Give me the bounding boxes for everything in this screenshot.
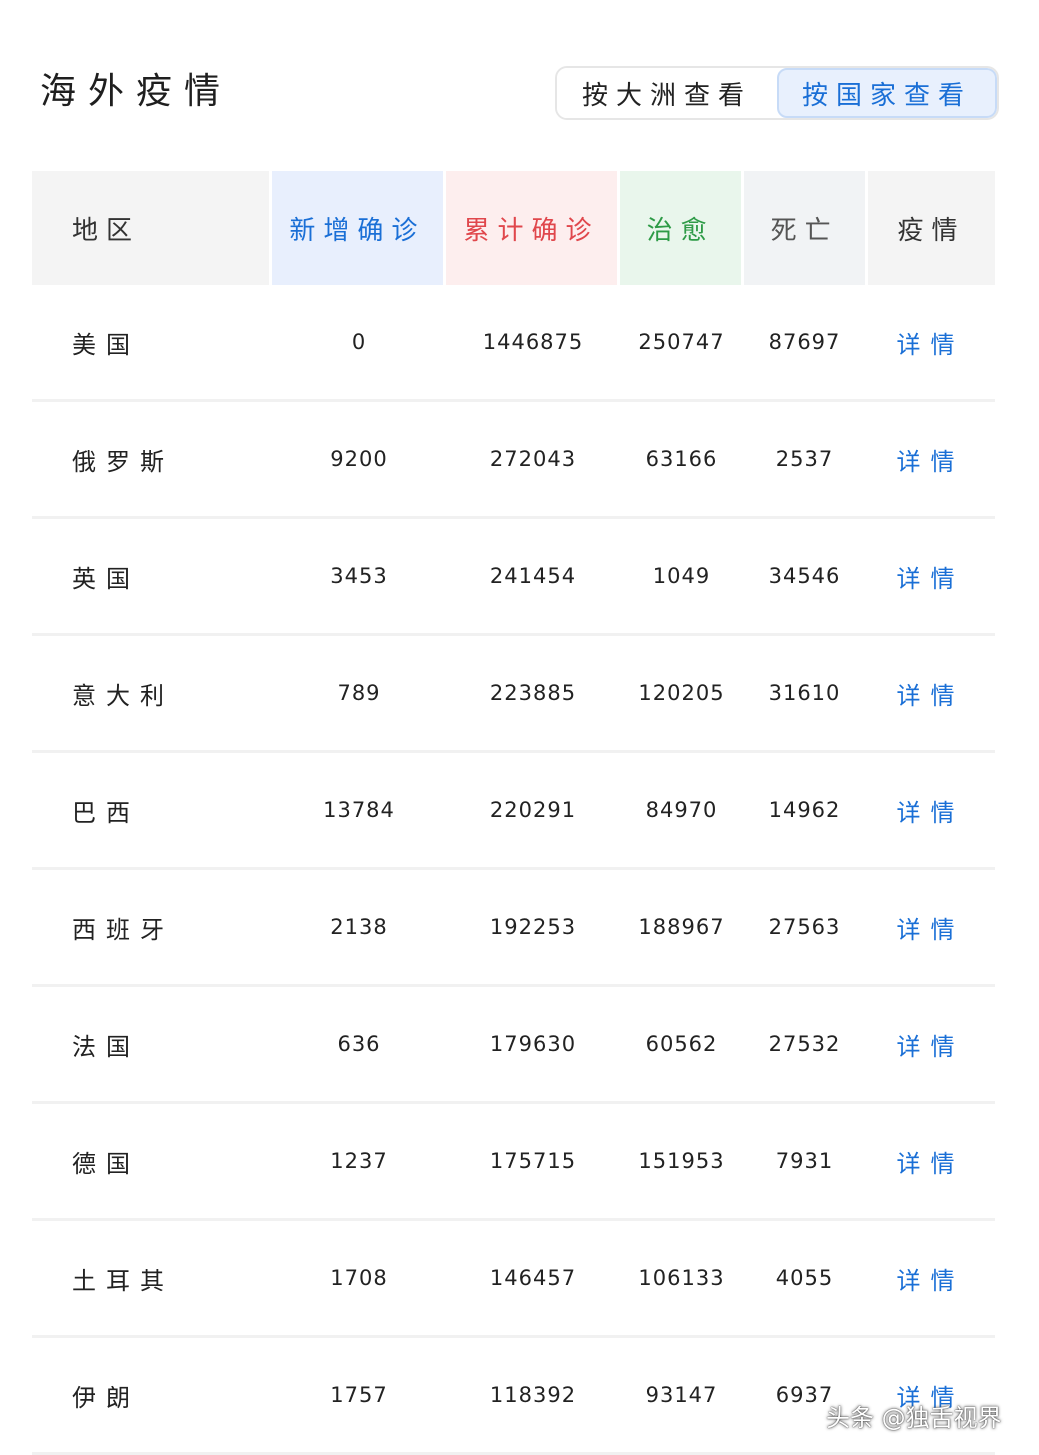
cell-region: 伊朗 xyxy=(72,1383,140,1412)
table-row: 德国 1237 175715 151953 7931 详情 xyxy=(32,1104,995,1221)
cell-dead: 87697 xyxy=(768,330,841,354)
table-header: 地区 新增确诊 累计确诊 治愈 死亡 疫情 xyxy=(32,171,995,285)
cell-dead: 7931 xyxy=(775,1149,834,1173)
cell-region: 西班牙 xyxy=(72,915,174,944)
cell-dead: 27532 xyxy=(768,1032,841,1056)
cell-new-confirmed: 1757 xyxy=(330,1383,388,1407)
cell-new-confirmed: 1237 xyxy=(330,1149,388,1173)
detail-link[interactable]: 详情 xyxy=(897,910,965,945)
table-row: 法国 636 179630 60562 27532 详情 xyxy=(32,987,995,1104)
table-row: 伊朗 1757 118392 93147 6937 详情 xyxy=(32,1338,995,1455)
cell-detail: 详情 xyxy=(866,676,995,711)
detail-link[interactable]: 详情 xyxy=(897,442,965,477)
cell-dead: 34546 xyxy=(768,564,841,588)
cell-dead: 27563 xyxy=(768,915,841,939)
cell-new-confirmed: 3453 xyxy=(330,564,388,588)
cell-new-confirmed: 9200 xyxy=(330,447,388,471)
cell-detail: 详情 xyxy=(866,559,995,594)
country-stats-table: 地区 新增确诊 累计确诊 治愈 死亡 疫情 美国 0 1446875 25074… xyxy=(32,171,995,1455)
cell-new-confirmed: 789 xyxy=(337,681,381,705)
detail-link[interactable]: 详情 xyxy=(897,1261,965,1296)
detail-link[interactable]: 详情 xyxy=(897,1027,965,1062)
cell-detail: 详情 xyxy=(866,1027,995,1062)
cell-dead: 2537 xyxy=(775,447,834,471)
header-new-confirmed: 新增确诊 xyxy=(271,171,443,285)
view-toggle: 按大洲查看 按国家查看 xyxy=(555,66,999,120)
detail-link[interactable]: 详情 xyxy=(897,1144,965,1179)
cell-total-confirmed: 241454 xyxy=(489,564,577,588)
cell-total-confirmed: 146457 xyxy=(489,1266,577,1290)
cell-region: 法国 xyxy=(72,1032,140,1061)
cell-new-confirmed: 2138 xyxy=(330,915,388,939)
cell-region: 意大利 xyxy=(72,681,174,710)
watermark-text: 头条 @独舌视界 xyxy=(826,1404,1002,1432)
detail-link[interactable]: 详情 xyxy=(897,793,965,828)
cell-detail: 详情 xyxy=(866,793,995,828)
table-row: 西班牙 2138 192253 188967 27563 详情 xyxy=(32,870,995,987)
cell-total-confirmed: 223885 xyxy=(489,681,577,705)
header-region: 地区 xyxy=(32,171,269,285)
cell-dead: 4055 xyxy=(775,1266,834,1290)
header-dead: 死亡 xyxy=(744,171,866,285)
table-row: 英国 3453 241454 1049 34546 详情 xyxy=(32,519,995,636)
view-by-country-button[interactable]: 按国家查看 xyxy=(777,68,997,118)
cell-cured: 120205 xyxy=(638,681,725,705)
cell-dead: 31610 xyxy=(768,681,841,705)
cell-region: 德国 xyxy=(72,1149,140,1178)
cell-region: 美国 xyxy=(72,330,140,359)
cell-total-confirmed: 272043 xyxy=(489,447,577,471)
cell-detail: 详情 xyxy=(866,1144,995,1179)
cell-total-confirmed: 175715 xyxy=(489,1149,577,1173)
detail-link[interactable]: 详情 xyxy=(897,559,965,594)
header-detail: 疫情 xyxy=(868,171,995,285)
cell-detail: 详情 xyxy=(866,442,995,477)
cell-cured: 1049 xyxy=(652,564,711,588)
cell-cured: 93147 xyxy=(645,1383,718,1407)
page-title: 海外疫情 xyxy=(40,71,233,112)
cell-region: 俄罗斯 xyxy=(72,447,174,476)
cell-detail: 详情 xyxy=(866,325,995,360)
cell-total-confirmed: 220291 xyxy=(489,798,577,822)
cell-new-confirmed: 1708 xyxy=(330,1266,388,1290)
detail-link[interactable]: 详情 xyxy=(897,676,965,711)
cell-new-confirmed: 636 xyxy=(337,1032,381,1056)
cell-cured: 250747 xyxy=(638,330,725,354)
cell-new-confirmed: 0 xyxy=(351,330,367,354)
table-row: 美国 0 1446875 250747 87697 详情 xyxy=(32,285,995,402)
cell-cured: 60562 xyxy=(645,1032,718,1056)
cell-cured: 151953 xyxy=(638,1149,725,1173)
cell-detail: 详情 xyxy=(866,1261,995,1296)
cell-total-confirmed: 192253 xyxy=(489,915,577,939)
cell-total-confirmed: 118392 xyxy=(489,1383,577,1407)
table-row: 意大利 789 223885 120205 31610 详情 xyxy=(32,636,995,753)
cell-cured: 63166 xyxy=(645,447,718,471)
cell-region: 土耳其 xyxy=(72,1266,174,1295)
detail-link[interactable]: 详情 xyxy=(897,325,965,360)
cell-detail: 详情 xyxy=(866,910,995,945)
cell-total-confirmed: 1446875 xyxy=(482,330,584,354)
header-cured: 治愈 xyxy=(620,171,742,285)
cell-dead: 14962 xyxy=(768,798,841,822)
cell-cured: 188967 xyxy=(638,915,725,939)
table-row: 土耳其 1708 146457 106133 4055 详情 xyxy=(32,1221,995,1338)
table-row: 巴西 13784 220291 84970 14962 详情 xyxy=(32,753,995,870)
cell-total-confirmed: 179630 xyxy=(489,1032,577,1056)
table-row: 俄罗斯 9200 272043 63166 2537 详情 xyxy=(32,402,995,519)
view-by-continent-button[interactable]: 按大洲查看 xyxy=(557,68,777,118)
cell-cured: 84970 xyxy=(645,798,718,822)
cell-region: 英国 xyxy=(72,564,140,593)
cell-cured: 106133 xyxy=(638,1266,725,1290)
header-total-confirmed: 累计确诊 xyxy=(445,171,618,285)
cell-new-confirmed: 13784 xyxy=(323,798,395,822)
cell-region: 巴西 xyxy=(72,798,140,827)
